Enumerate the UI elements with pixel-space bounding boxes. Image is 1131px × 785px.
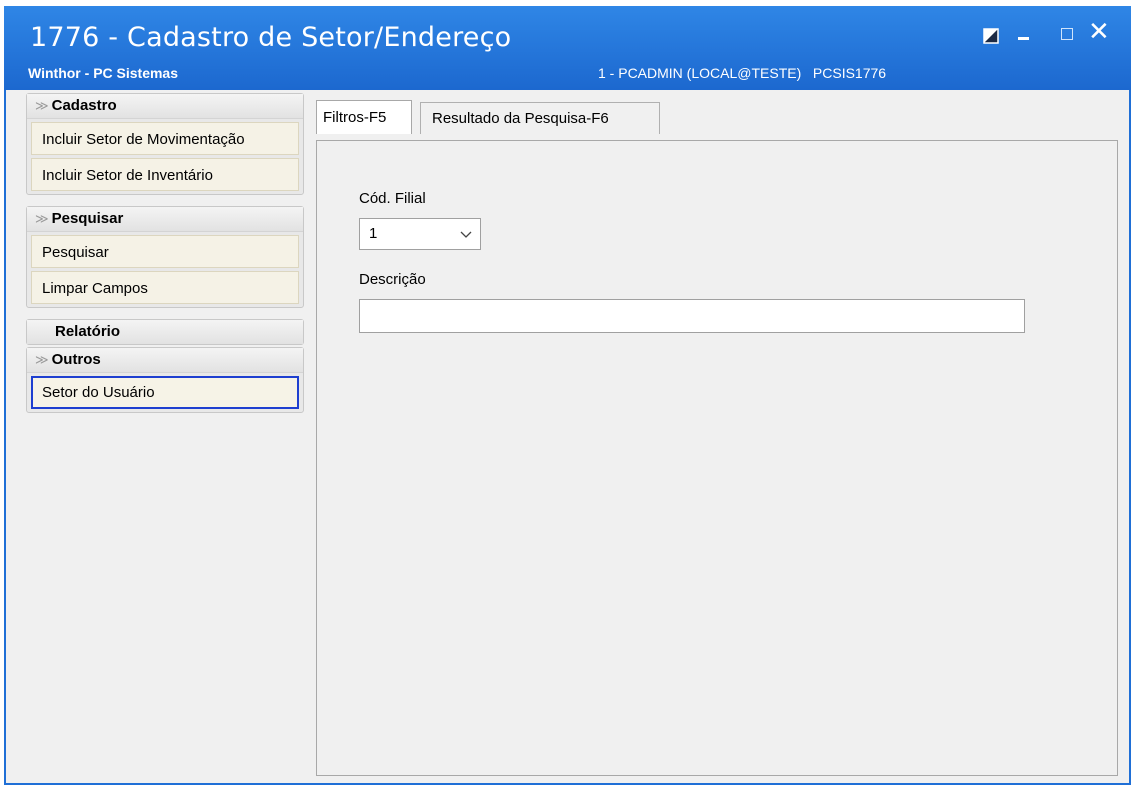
group-header-pesquisar[interactable]: ≫ Pesquisar — [27, 207, 303, 232]
descricao-label: Descrição — [359, 271, 426, 288]
app-subtitle: Winthor - PC Sistemas — [28, 65, 179, 81]
maximize-icon[interactable] — [1061, 28, 1073, 40]
pesquisar-button[interactable]: Pesquisar — [31, 235, 299, 268]
app-window: 1776 - Cadastro de Setor/Endereço Wintho… — [4, 6, 1131, 785]
chevron-down-icon — [460, 231, 472, 238]
tab-resultado-pesquisa[interactable]: Resultado da Pesquisa-F6 — [420, 102, 660, 134]
group-title: Cadastro — [51, 97, 117, 114]
limpar-campos-button[interactable]: Limpar Campos — [31, 271, 299, 304]
chevron-collapse-icon: ≫ — [35, 211, 49, 226]
group-title: Outros — [51, 351, 101, 368]
group-pesquisar: ≫ Pesquisar Pesquisar Limpar Campos — [26, 206, 304, 308]
cod-filial-value: 1 — [369, 225, 378, 242]
cod-filial-select[interactable]: 1 — [359, 218, 481, 250]
incluir-setor-movimentacao-button[interactable]: Incluir Setor de Movimentação — [31, 122, 299, 155]
group-cadastro: ≫ Cadastro Incluir Setor de Movimentação … — [26, 93, 304, 195]
group-header-cadastro[interactable]: ≫ Cadastro — [27, 94, 303, 119]
incluir-setor-inventario-button[interactable]: Incluir Setor de Inventário — [31, 158, 299, 191]
window-title: 1776 - Cadastro de Setor/Endereço — [30, 22, 512, 53]
close-icon[interactable]: ✕ — [1088, 19, 1110, 45]
minimize-icon[interactable] — [1018, 37, 1029, 40]
tab-filtros[interactable]: Filtros-F5 — [316, 100, 412, 134]
group-title: Pesquisar — [51, 210, 124, 227]
cod-filial-label: Cód. Filial — [359, 190, 426, 207]
client-area: ≫ Cadastro Incluir Setor de Movimentação … — [6, 90, 1129, 783]
group-header-outros[interactable]: ≫ Outros — [27, 348, 303, 373]
descricao-input[interactable] — [359, 299, 1025, 333]
user-info: 1 - PCADMIN (LOCAL@TESTE) PCSIS1776 — [598, 65, 887, 81]
group-relatorio: Relatório — [26, 319, 304, 345]
restore-icon[interactable] — [983, 28, 999, 44]
chevron-collapse-icon: ≫ — [35, 352, 49, 367]
chevron-collapse-icon: ≫ — [35, 98, 49, 113]
group-outros: ≫ Outros Setor do Usuário — [26, 347, 304, 413]
title-bar[interactable]: 1776 - Cadastro de Setor/Endereço Wintho… — [4, 6, 1131, 90]
filters-panel: Cód. Filial 1 Descrição — [316, 140, 1118, 776]
group-header-relatorio[interactable]: Relatório — [27, 320, 303, 344]
setor-do-usuario-button[interactable]: Setor do Usuário — [31, 376, 299, 409]
